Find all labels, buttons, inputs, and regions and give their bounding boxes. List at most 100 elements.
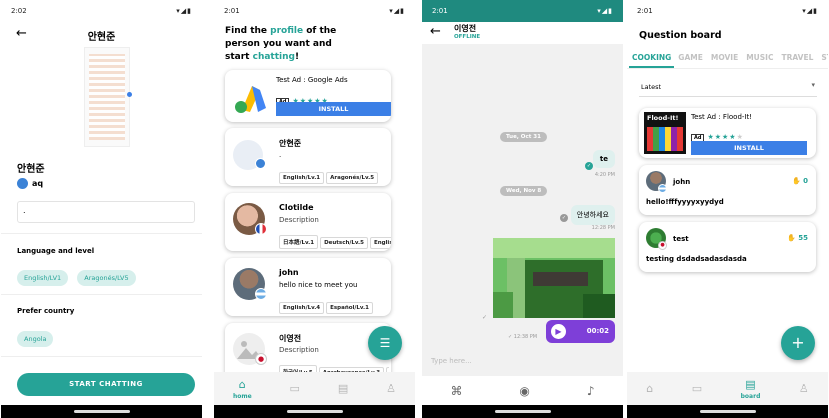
- tab-travel[interactable]: TRAVEL: [777, 53, 817, 68]
- voice-message[interactable]: ▶ 00:02: [546, 320, 615, 343]
- question-post[interactable]: ● test ✋ 55 testing dsdadsadasdasda: [639, 222, 816, 272]
- nav-profile[interactable]: ♙: [799, 382, 809, 395]
- user-tags: English/Lv.4 Español/Lv.1: [279, 294, 375, 314]
- user-card[interactable]: john hello nice to meet you English/Lv.4…: [225, 258, 391, 316]
- microphone-icon[interactable]: ♪: [587, 384, 595, 398]
- nav-chat[interactable]: ▭: [290, 382, 300, 395]
- profile-image[interactable]: [84, 47, 132, 147]
- tab-cooking[interactable]: COOKING: [629, 53, 675, 68]
- play-icon[interactable]: ▶: [551, 324, 566, 339]
- user-name: 이영전: [279, 334, 302, 343]
- divider: [627, 68, 828, 69]
- flag-icon: ●: [658, 241, 667, 250]
- sort-value: Latest: [641, 83, 662, 91]
- divider: [1, 356, 202, 357]
- tab-game[interactable]: GAME: [674, 53, 707, 68]
- page-title: Question board: [639, 30, 722, 41]
- system-navigation-bar: [214, 405, 415, 418]
- language-chips: English/LV1 Aragonés/LV5: [17, 265, 140, 286]
- system-icons: ▾◢▮: [389, 7, 405, 15]
- board-icon: ▤: [337, 382, 349, 395]
- home-indicator[interactable]: [73, 410, 130, 413]
- nav-home[interactable]: ⌂ home: [233, 378, 252, 400]
- user-card[interactable]: Clotilde Description 日本語/Lv.1 Deutsch/Lv.…: [225, 193, 391, 251]
- contact-status: OFFLINE: [454, 34, 481, 40]
- user-tags: 日本語/Lv.1Deutsch/Lv.5English/: [279, 229, 391, 249]
- headline: Find the profile of the person you want …: [225, 25, 336, 64]
- chat-screen: 2:01 ▾◢▮ ← 이영전 OFFLINE Tue, Oct 31 te ✓ …: [422, 0, 623, 418]
- home-icon: ⌂: [238, 377, 246, 391]
- bottom-nav: ⌂ home ▭ ▤ ♙: [214, 372, 415, 405]
- user-desc: Description: [279, 216, 319, 224]
- back-arrow-icon[interactable]: ←: [430, 24, 441, 39]
- image-message[interactable]: [493, 238, 615, 318]
- home-indicator[interactable]: [699, 410, 756, 413]
- category-tabs: COOKING GAME MOVIE MUSIC TRAVEL ST: [629, 53, 828, 68]
- read-check-icon: ✓: [585, 162, 593, 170]
- chevron-down-icon: ▾: [811, 81, 815, 89]
- like-counter[interactable]: ✋ 55: [787, 234, 808, 242]
- question-board-screen: 2:01 ▾◢▮ Question board COOKING GAME MOV…: [627, 0, 828, 418]
- tab-more[interactable]: ST: [817, 53, 828, 68]
- user-tags: English/Lv.1 Aragonés/Lv.5: [279, 164, 380, 184]
- ad-title: Test Ad : Flood-It!: [691, 113, 753, 121]
- install-button[interactable]: INSTALL: [276, 102, 391, 116]
- camera-icon[interactable]: ◉: [519, 384, 529, 398]
- message-time-text: 12:38 PM: [513, 334, 538, 340]
- home-indicator[interactable]: [286, 410, 343, 413]
- nav-profile[interactable]: ♙: [386, 382, 396, 395]
- status-bar: 2:01 ▾◢▮: [627, 0, 828, 22]
- nav-board[interactable]: ▤: [338, 382, 348, 395]
- message-bubble[interactable]: te: [592, 150, 615, 168]
- question-post[interactable]: john ✋ 0 hello!fffyyyyxyydyd: [639, 165, 816, 215]
- chat-actions: ⌘ ◉ ♪: [422, 376, 623, 405]
- install-button[interactable]: INSTALL: [691, 141, 807, 155]
- nav-chat[interactable]: ▭: [692, 382, 702, 395]
- message-time: 4:20 PM: [594, 172, 615, 178]
- ad-card[interactable]: Flood-It! Test Ad : Flood-It! Ad ★★★★★ IN…: [639, 108, 816, 158]
- translate-icon[interactable]: ⌘: [450, 384, 462, 398]
- user-card[interactable]: 안현준 . English/Lv.1 Aragonés/Lv.5: [225, 128, 391, 186]
- ad-card[interactable]: Test Ad : Google Ads Ad★★★★★ INSTALL: [225, 70, 391, 122]
- plus-icon: +: [791, 333, 805, 352]
- like-counter[interactable]: ✋ 0: [792, 177, 808, 185]
- thumbs-up-icon: ✋: [791, 177, 804, 185]
- google-ads-logo-icon: [232, 78, 268, 114]
- bio-field[interactable]: .: [17, 201, 195, 223]
- status-time: 2:01: [637, 7, 653, 15]
- like-count: 0: [803, 177, 808, 185]
- headline-text: start: [225, 52, 253, 62]
- tab-music[interactable]: MUSIC: [742, 53, 777, 68]
- home-icon: ⌂: [646, 382, 654, 395]
- headline-highlight: profile: [270, 26, 304, 36]
- home-indicator[interactable]: [494, 410, 551, 413]
- nav-home[interactable]: ⌂: [646, 382, 653, 395]
- nav-board[interactable]: ▤ board: [741, 378, 761, 400]
- chat-header: ← 이영전 OFFLINE: [422, 22, 623, 44]
- tab-movie[interactable]: MOVIE: [707, 53, 742, 68]
- user-name: john: [279, 268, 299, 277]
- status-bar: 2:01 ▾◢▮: [422, 0, 623, 22]
- system-navigation-bar: [1, 405, 202, 418]
- language-tag: English/Lv.1: [279, 172, 325, 184]
- add-question-fab[interactable]: +: [781, 326, 815, 360]
- message-bubble[interactable]: 안녕하세요: [570, 205, 615, 225]
- post-author: john: [673, 178, 691, 186]
- chat-icon: ▭: [289, 382, 300, 395]
- date-separator: Tue, Oct 31: [500, 132, 547, 142]
- sort-dropdown[interactable]: Latest ▾: [639, 77, 817, 97]
- user-desc: .: [279, 151, 282, 159]
- system-icons: ▾◢▮: [802, 7, 818, 15]
- status-bar: 2:02 ▾◢▮: [1, 0, 202, 22]
- message-input[interactable]: Type here...: [431, 357, 472, 365]
- filter-fab[interactable]: ☰: [368, 326, 402, 360]
- profile-screen: 2:02 ▾◢▮ ← 안현준 안현준 aq . Language and lev…: [1, 0, 202, 418]
- language-tag: English/Lv.4: [279, 302, 325, 314]
- start-chatting-button[interactable]: START CHATTING: [17, 373, 195, 396]
- nav-board-label: board: [740, 392, 761, 400]
- system-icons: ▾◢▮: [597, 7, 613, 15]
- country-section-label: Prefer country: [17, 307, 75, 315]
- flag-icon: [255, 158, 266, 169]
- chat-area[interactable]: Tue, Oct 31 te ✓ 4:20 PM Wed, Nov 8 안녕하세…: [422, 44, 623, 376]
- profile-handle: aq: [32, 179, 44, 188]
